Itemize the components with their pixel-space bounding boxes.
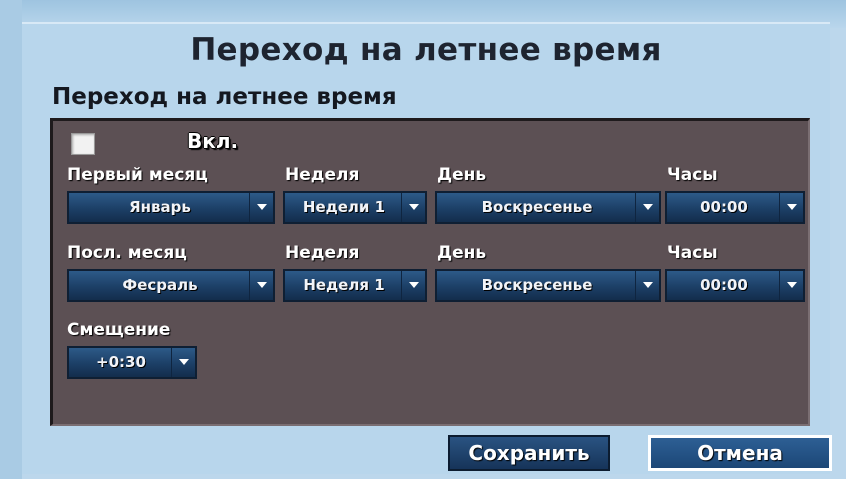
chevron-down-icon <box>635 271 659 300</box>
chevron-down-icon <box>249 271 273 300</box>
dialog-title: Переход на летнее время <box>190 32 662 68</box>
enable-checkbox[interactable] <box>71 133 95 155</box>
end-week-value: Неделя 1 <box>303 276 385 294</box>
end-hour-dropdown[interactable]: 00:00 <box>665 269 805 302</box>
start-week-label: Неделя <box>285 165 360 185</box>
window-left-edge <box>0 0 22 479</box>
chevron-down-icon <box>249 193 273 222</box>
dst-dialog: Переход на летнее время Переход на летне… <box>22 22 830 474</box>
start-day-value: Воскресенье <box>481 198 593 216</box>
offset-label: Смещение <box>67 320 171 340</box>
end-month-value: Феcраль <box>122 276 198 294</box>
chevron-down-icon <box>779 271 803 300</box>
end-hour-label: Часы <box>667 243 718 263</box>
offset-dropdown[interactable]: +0:30 <box>67 346 197 379</box>
start-day-dropdown[interactable]: Воскресенье <box>435 191 661 224</box>
end-day-dropdown[interactable]: Воскресенье <box>435 269 661 302</box>
start-hour-label: Часы <box>667 165 718 185</box>
start-week-value: Недели 1 <box>302 198 386 216</box>
start-month-value: Январь <box>129 198 191 216</box>
settings-panel: Вкл. Первый месяц Неделя День Часы Январ… <box>50 118 810 426</box>
end-week-label: Неделя <box>285 243 360 263</box>
offset-value: +0:30 <box>96 353 146 371</box>
chevron-down-icon <box>401 271 425 300</box>
start-day-label: День <box>437 165 487 185</box>
cancel-button[interactable]: Отмена <box>648 435 832 471</box>
end-week-dropdown[interactable]: Неделя 1 <box>283 269 427 302</box>
end-month-dropdown[interactable]: Феcраль <box>67 269 275 302</box>
chevron-down-icon <box>401 193 425 222</box>
start-month-label: Первый месяц <box>67 165 208 185</box>
start-hour-value: 00:00 <box>700 198 748 216</box>
end-day-value: Воскресенье <box>481 276 593 294</box>
chevron-down-icon <box>171 348 195 377</box>
start-month-dropdown[interactable]: Январь <box>67 191 275 224</box>
enable-label: Вкл. <box>187 129 239 153</box>
save-button[interactable]: Сохранить <box>448 435 610 471</box>
end-month-label: Посл. месяц <box>67 243 187 263</box>
chevron-down-icon <box>779 193 803 222</box>
start-week-dropdown[interactable]: Недели 1 <box>283 191 427 224</box>
end-hour-value: 00:00 <box>700 276 748 294</box>
section-title: Переход на летнее время <box>52 84 397 110</box>
end-day-label: День <box>437 243 487 263</box>
chevron-down-icon <box>635 193 659 222</box>
start-hour-dropdown[interactable]: 00:00 <box>665 191 805 224</box>
